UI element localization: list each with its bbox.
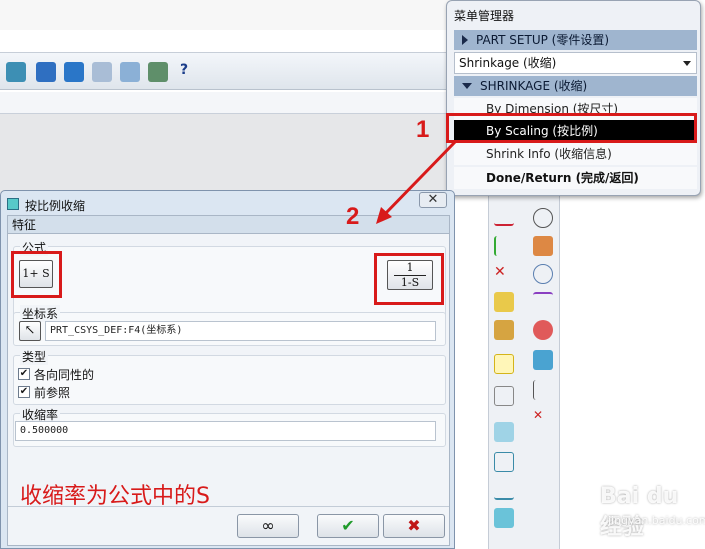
step-number-2: 2: [346, 203, 360, 230]
step-number-1: 1: [416, 116, 430, 143]
annotation-arrow: [376, 140, 457, 224]
baidu-watermark: Bai du 经验: [600, 484, 679, 540]
baidu-watermark-url: jingyan.baidu.com: [608, 514, 705, 527]
